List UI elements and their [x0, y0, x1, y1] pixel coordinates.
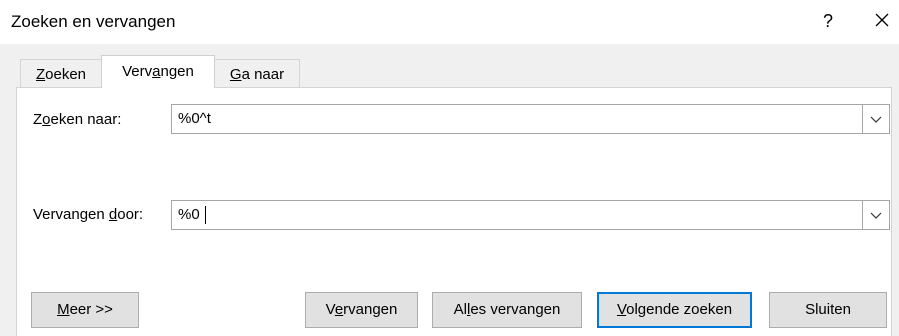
replace-label: Vervangen door:	[33, 206, 143, 223]
tab-ga-naar-accesskey: G	[229, 66, 242, 83]
chevron-down-icon	[870, 212, 882, 219]
replace-all-button-label: es vervangen	[470, 301, 561, 318]
replace-button-pre: V	[325, 301, 335, 318]
tab-zoeken[interactable]: Zoeken	[20, 59, 102, 88]
text-caret	[204, 206, 206, 225]
replace-label-text: oor:	[117, 206, 144, 223]
more-button[interactable]: Meer >>	[31, 292, 139, 328]
search-label-text: eken naar:	[50, 111, 122, 128]
more-button-label: eer >>	[69, 301, 113, 318]
replace-button-label: rvangen	[343, 301, 398, 318]
replace-button[interactable]: Vervangen	[305, 292, 418, 328]
replace-label-pre: Vervangen	[33, 206, 109, 223]
find-next-button-label: olgende zoeken	[626, 301, 733, 318]
search-label-accesskey: o	[42, 111, 51, 128]
close-icon[interactable]	[870, 8, 894, 32]
replace-input[interactable]: %0	[171, 200, 890, 230]
replace-all-button-pre: Al	[453, 301, 467, 318]
replace-all-button[interactable]: Alles vervangen	[432, 292, 582, 328]
replace-button-accesskey: e	[334, 301, 344, 318]
search-input[interactable]: %0^t	[171, 104, 890, 134]
tab-zoeken-label: oeken	[45, 66, 87, 83]
close-button[interactable]: Sluiten	[769, 292, 887, 328]
tab-ga-naar-label: a naar	[241, 66, 285, 83]
replace-value: %0	[178, 206, 206, 225]
chevron-down-icon	[870, 116, 882, 123]
tab-zoeken-accesskey: Z	[35, 66, 46, 83]
replace-dropdown-button[interactable]	[862, 201, 889, 229]
tab-vervangen-label-pre: Verv	[122, 63, 153, 80]
tab-vervangen-label: ngen	[160, 63, 194, 80]
more-button-accesskey: M	[57, 301, 70, 318]
search-label-pre: Z	[33, 111, 43, 128]
help-button[interactable]: ?	[818, 11, 838, 32]
find-next-button[interactable]: Volgende zoeken	[597, 292, 752, 328]
find-next-button-accesskey: V	[616, 301, 627, 318]
replace-value-text: %0	[178, 206, 204, 223]
tab-ga-naar[interactable]: Ga naar	[214, 59, 300, 88]
close-button-label: Sluiten	[805, 301, 851, 318]
replace-label-accesskey: d	[108, 206, 118, 223]
search-value: %0^t	[178, 110, 211, 127]
title-bar: Zoeken en vervangen ?	[0, 0, 899, 44]
window-title: Zoeken en vervangen	[11, 12, 176, 31]
tab-vervangen[interactable]: Vervangen	[101, 55, 215, 88]
search-label: Zoeken naar:	[33, 111, 121, 128]
search-dropdown-button[interactable]	[862, 105, 889, 133]
